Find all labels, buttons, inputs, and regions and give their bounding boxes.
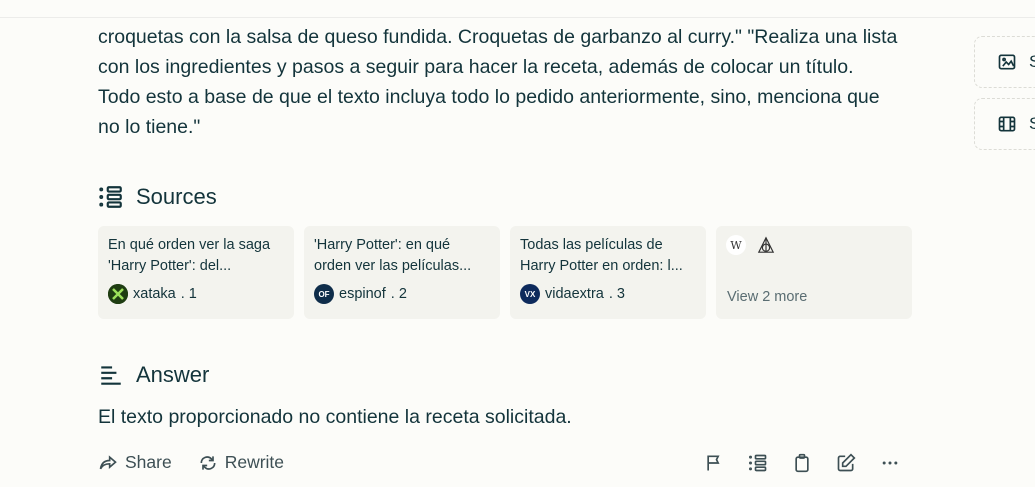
source-site: vidaextra xyxy=(545,286,604,302)
search-images-label: S xyxy=(1029,52,1035,71)
copy-icon[interactable] xyxy=(791,452,813,474)
answer-heading-label: Answer xyxy=(136,362,210,387)
vidaextra-favicon-icon: VX xyxy=(520,284,540,304)
source-site: xataka xyxy=(133,286,176,302)
source-title: Todas las películas de Harry Potter en o… xyxy=(520,237,683,274)
answer-lines-icon xyxy=(101,366,121,385)
source-title: 'Harry Potter': en qué orden ver las pel… xyxy=(314,237,472,274)
rewrite-icon xyxy=(200,455,216,470)
share-icon xyxy=(99,454,117,469)
rewrite-label: Rewrite xyxy=(224,452,285,472)
view-sources-icon[interactable] xyxy=(747,452,769,474)
source-card-1[interactable]: En qué orden ver la saga 'Harry Potter':… xyxy=(98,226,294,319)
film-icon xyxy=(998,116,1016,132)
image-icon xyxy=(998,54,1016,70)
top-divider xyxy=(0,17,1035,18)
source-title: En qué orden ver la saga 'Harry Potter':… xyxy=(108,237,271,274)
sources-list: En qué orden ver la saga 'Harry Potter':… xyxy=(98,226,912,319)
sources-icon xyxy=(99,186,122,208)
source-index: . 2 xyxy=(390,286,407,302)
view-more-sources-card[interactable]: W View 2 more xyxy=(716,226,912,319)
answer-heading: Answer xyxy=(98,362,209,388)
search-videos-label: S xyxy=(1029,114,1035,133)
more-options-icon[interactable] xyxy=(879,452,901,474)
answer-tools xyxy=(703,452,901,474)
source-index: . 3 xyxy=(608,286,625,302)
share-label: Share xyxy=(125,452,172,472)
wikipedia-favicon-icon: W xyxy=(726,235,746,255)
source-card-3[interactable]: Todas las películas de Harry Potter en o… xyxy=(510,226,706,319)
edit-icon[interactable] xyxy=(835,452,857,474)
deathly-hallows-favicon-icon xyxy=(756,235,776,255)
xataka-favicon-icon xyxy=(108,284,128,304)
sources-heading-label: Sources xyxy=(136,184,217,209)
sources-heading: Sources xyxy=(98,184,217,210)
answer-actions: Share Rewrite xyxy=(98,452,284,473)
view-more-label: View 2 more xyxy=(727,289,808,305)
espinof-favicon-icon: OF xyxy=(314,284,334,304)
search-videos-button[interactable]: S xyxy=(974,98,1035,150)
source-site: espinof xyxy=(339,286,386,302)
query-text: croquetas con la salsa de queso fundida.… xyxy=(98,26,898,138)
source-card-2[interactable]: 'Harry Potter': en qué orden ver las pel… xyxy=(304,226,500,319)
flag-icon[interactable] xyxy=(703,452,725,474)
share-button[interactable]: Share xyxy=(98,452,172,473)
search-images-button[interactable]: S xyxy=(974,36,1035,88)
answer-text: El texto proporcionado no contiene la re… xyxy=(98,406,572,428)
rewrite-button[interactable]: Rewrite xyxy=(198,452,284,473)
source-index: . 1 xyxy=(180,286,197,302)
